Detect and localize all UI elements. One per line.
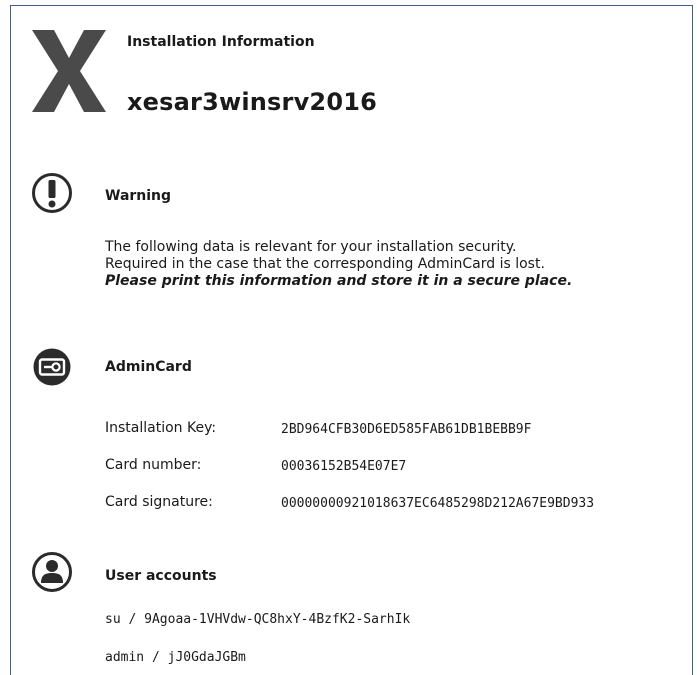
installation-info-heading: Installation Information — [127, 34, 315, 50]
card-signature-value: 0000000092101863​7EC6485298D212A67E9BD93… — [281, 496, 595, 511]
installation-key-value: 2BD964CFB30D6ED585FAB61DB1BEBB9F — [281, 422, 532, 437]
card-number-label: Card number: — [105, 457, 202, 473]
xesar-x-logo-icon — [32, 30, 106, 112]
hostname-title: xesar3winsrv2016 — [127, 88, 378, 116]
warning-line-2: Required in the case that the correspond… — [105, 256, 545, 272]
installation-key-label: Installation Key: — [105, 420, 217, 436]
warning-line-1: The following data is relevant for your … — [105, 239, 517, 255]
user-account-su: su / 9Agoaa-1VHVdw-QC8hxY-4BzfK2-SarhIk — [105, 612, 411, 627]
user-account-admin: admin / jJ0GdaJGBm — [105, 650, 246, 665]
admincard-title: AdminCard — [105, 359, 192, 375]
warning-line-3: Please print this information and store … — [105, 273, 573, 289]
key-card-circle-icon — [33, 348, 71, 386]
exclamation-circle-icon — [32, 173, 72, 213]
warning-text: The following data is relevant for your … — [105, 239, 572, 290]
warning-title: Warning — [105, 188, 172, 204]
card-signature-label: Card signature: — [105, 494, 213, 510]
user-accounts-title: User accounts — [105, 568, 217, 584]
card-number-value: 00036152B54E07E7 — [281, 459, 407, 474]
user-circle-icon — [32, 552, 72, 592]
